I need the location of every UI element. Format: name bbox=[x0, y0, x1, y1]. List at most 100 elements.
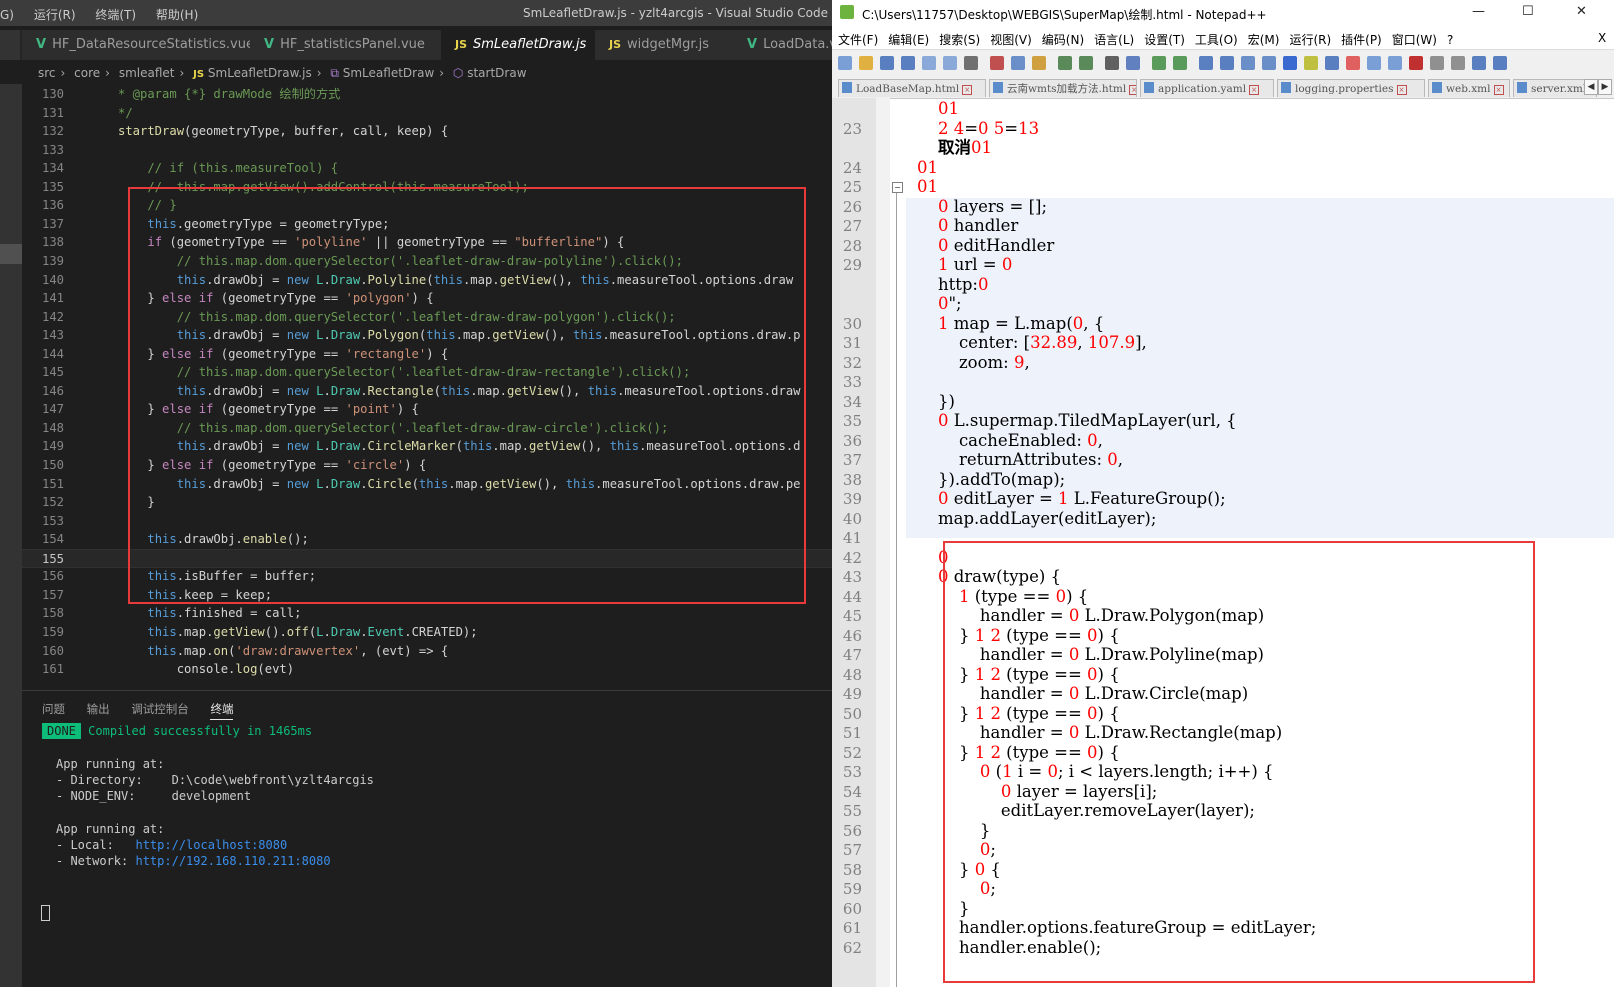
undo-icon[interactable] bbox=[1058, 56, 1072, 70]
play-macro-icon[interactable] bbox=[1451, 56, 1465, 70]
notepad-file-tab[interactable]: LoadBaseMap.html × bbox=[838, 79, 986, 97]
close-icon[interactable] bbox=[922, 56, 936, 70]
find-icon[interactable] bbox=[1105, 56, 1119, 70]
local-url-link[interactable]: http://localhost:8080 bbox=[135, 838, 287, 852]
folder-icon[interactable] bbox=[1367, 56, 1381, 70]
notepad-menu-item[interactable]: 搜索(S) bbox=[939, 33, 980, 47]
notepad-menu-item[interactable]: 视图(V) bbox=[990, 33, 1032, 47]
code-line[interactable]: 35 0 L.supermap.TiledMapLayer(url, { bbox=[832, 411, 1596, 431]
close-all-icon[interactable] bbox=[943, 56, 957, 70]
panel-tab-problems[interactable]: 问题 bbox=[42, 702, 65, 716]
notepad-menu-item[interactable]: 编辑(E) bbox=[888, 33, 929, 47]
code-line[interactable]: 27 0 handler bbox=[832, 216, 1596, 236]
save-all-icon[interactable] bbox=[901, 56, 915, 70]
arrow-left-icon[interactable]: ◀ bbox=[1584, 79, 1598, 95]
panel-tab-output[interactable]: 输出 bbox=[87, 702, 110, 716]
code-line[interactable]: 161 console.log(evt) bbox=[22, 660, 832, 679]
code-line[interactable]: 38 }).addTo(map); bbox=[832, 470, 1596, 490]
code-line[interactable]: 32 zoom: 9, bbox=[832, 353, 1596, 373]
notepad-file-tab[interactable]: logging.properties × bbox=[1277, 79, 1425, 97]
code-line[interactable]: 01 bbox=[832, 99, 1596, 119]
code-line[interactable]: 133 bbox=[22, 141, 832, 160]
arrow-right-icon[interactable]: ▶ bbox=[1598, 79, 1612, 95]
code-line[interactable]: 取消01 bbox=[832, 138, 1596, 158]
maximize-button[interactable]: ☐ bbox=[1522, 4, 1534, 19]
vscode-menu-terminal[interactable]: 终端(T) bbox=[95, 8, 136, 22]
notepad-menu-item[interactable]: 插件(P) bbox=[1341, 33, 1382, 47]
cut-icon[interactable] bbox=[990, 56, 1004, 70]
doc-map-icon[interactable] bbox=[1325, 56, 1339, 70]
close-icon[interactable]: × bbox=[1249, 85, 1259, 95]
network-url-link[interactable]: http://192.168.110.211:8080 bbox=[135, 854, 330, 868]
tab-loaddata[interactable]: V LoadData.vu bbox=[733, 30, 832, 60]
stop-macro-icon[interactable] bbox=[1430, 56, 1444, 70]
indent-guide-icon[interactable] bbox=[1283, 56, 1297, 70]
code-line[interactable]: 40 map.addLayer(editLayer); bbox=[832, 509, 1596, 529]
tab-smleafletdraw[interactable]: JSSmLeafletDraw.js✕ bbox=[441, 30, 607, 60]
code-line[interactable]: 134 // if (this.measureTool) { bbox=[22, 159, 832, 178]
code-line[interactable]: 131 */ bbox=[22, 104, 832, 123]
notepad-menu-item[interactable]: 工具(O) bbox=[1195, 33, 1238, 47]
code-line[interactable]: http:0 bbox=[832, 275, 1596, 295]
vscode-menu-help[interactable]: 帮助(H) bbox=[156, 8, 198, 22]
fold-toggle-icon[interactable]: − bbox=[892, 182, 903, 193]
notepad-file-tab[interactable]: web.xml × bbox=[1428, 79, 1510, 97]
monitor-icon[interactable] bbox=[1388, 56, 1402, 70]
code-line[interactable]: 36 cacheEnabled: 0, bbox=[832, 431, 1596, 451]
copy-icon[interactable] bbox=[1011, 56, 1025, 70]
code-line[interactable]: 37 returnAttributes: 0, bbox=[832, 450, 1596, 470]
breadcrumb-item[interactable]: SmLeafletDraw.js bbox=[208, 66, 312, 80]
sync-v-icon[interactable] bbox=[1199, 56, 1213, 70]
replace-icon[interactable] bbox=[1126, 56, 1140, 70]
breadcrumb-item[interactable]: src bbox=[38, 66, 56, 80]
vscode-menu-run[interactable]: 运行(R) bbox=[34, 8, 76, 22]
code-line[interactable]: 23 2 4=0 5=13 bbox=[832, 119, 1596, 139]
code-line[interactable]: 28 0 editHandler bbox=[832, 236, 1596, 256]
code-line[interactable]: 130 * @param {*} drawMode 绘制的方式 bbox=[22, 85, 832, 104]
vscode-menu-partial[interactable]: G) bbox=[0, 8, 14, 22]
minimize-button[interactable]: — bbox=[1472, 4, 1485, 19]
paste-icon[interactable] bbox=[1032, 56, 1046, 70]
panel-tab-debug-console[interactable]: 调试控制台 bbox=[131, 702, 189, 716]
close-icon[interactable]: × bbox=[1494, 85, 1504, 95]
code-line[interactable]: 159 this.map.getView().off(L.Draw.Event.… bbox=[22, 623, 832, 642]
close-icon[interactable]: × bbox=[1129, 85, 1137, 95]
close-icon[interactable]: × bbox=[962, 85, 972, 95]
code-line[interactable]: 33 bbox=[832, 372, 1596, 392]
code-line[interactable]: 34 }) bbox=[832, 392, 1596, 412]
breadcrumb-item[interactable]: SmLeafletDraw bbox=[343, 66, 435, 80]
tab-hf-dataresourcestatistics[interactable]: V HF_DataResourceStatistics.vue bbox=[22, 30, 262, 60]
notepad-menu-item[interactable]: 语言(L) bbox=[1094, 33, 1134, 47]
redo-icon[interactable] bbox=[1079, 56, 1093, 70]
zoom-out-icon[interactable] bbox=[1173, 56, 1187, 70]
save-macro-icon[interactable] bbox=[1493, 56, 1507, 70]
tab-widgetmgr[interactable]: JS widgetMgr.js bbox=[595, 30, 745, 60]
menu-close-button[interactable]: X bbox=[1598, 31, 1606, 45]
notepad-file-tab[interactable]: application.yaml × bbox=[1140, 79, 1274, 97]
notepad-file-tab[interactable]: 云南wmts加载方法.html × bbox=[989, 79, 1137, 97]
code-line[interactable]: 25 01 bbox=[832, 177, 1596, 197]
wrap-icon[interactable] bbox=[1241, 56, 1255, 70]
new-file-icon[interactable] bbox=[838, 56, 852, 70]
print-icon[interactable] bbox=[964, 56, 978, 70]
code-line[interactable]: 29 1 url = 0 bbox=[832, 255, 1596, 275]
code-line[interactable]: 26 0 layers = []; bbox=[832, 197, 1596, 217]
all-chars-icon[interactable] bbox=[1262, 56, 1276, 70]
code-line[interactable]: 39 0 editLayer = 1 L.FeatureGroup(); bbox=[832, 489, 1596, 509]
open-file-icon[interactable] bbox=[859, 56, 873, 70]
notepad-menu-item[interactable]: 设置(T) bbox=[1144, 33, 1185, 47]
record-macro-icon[interactable] bbox=[1409, 56, 1423, 70]
code-line[interactable]: 30 1 map = L.map(0, { bbox=[832, 314, 1596, 334]
code-line[interactable]: 158 this.finished = call; bbox=[22, 604, 832, 623]
notepad-menu-item[interactable]: 文件(F) bbox=[838, 33, 878, 47]
breadcrumb-item[interactable]: startDraw bbox=[467, 66, 526, 80]
notepad-menu-item[interactable]: 运行(R) bbox=[1289, 33, 1331, 47]
panel-tab-terminal[interactable]: 终端 bbox=[210, 702, 233, 720]
code-line[interactable]: 24 01 bbox=[832, 158, 1596, 178]
save-icon[interactable] bbox=[880, 56, 894, 70]
breadcrumb-item[interactable]: smleaflet bbox=[119, 66, 175, 80]
code-line[interactable]: 160 this.map.on('draw:drawvertex', (evt)… bbox=[22, 642, 832, 661]
zoom-in-icon[interactable] bbox=[1152, 56, 1166, 70]
notepad-menu-item[interactable]: ? bbox=[1447, 33, 1453, 47]
code-line[interactable]: 31 center: [32.89, 107.9], bbox=[832, 333, 1596, 353]
